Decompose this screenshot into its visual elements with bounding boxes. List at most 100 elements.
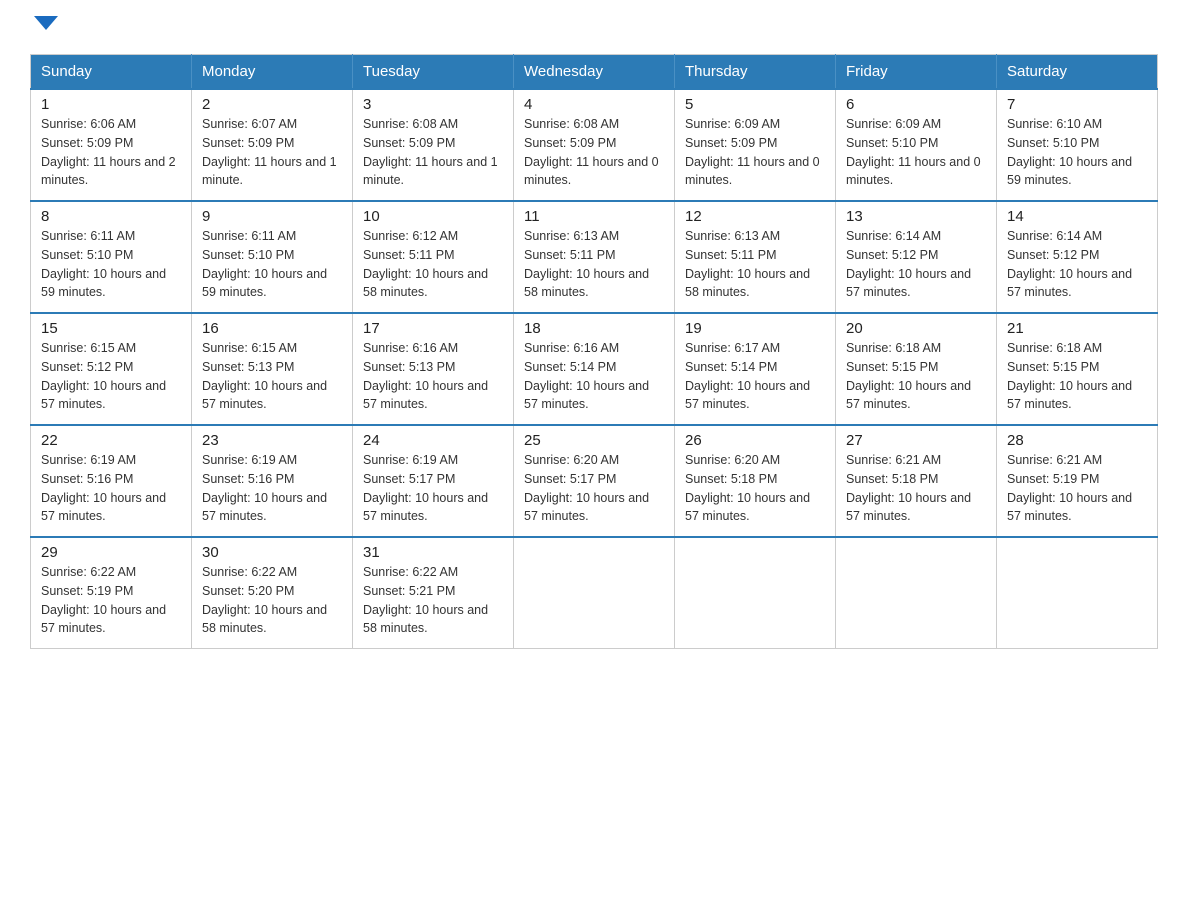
calendar-day-cell: 25 Sunrise: 6:20 AM Sunset: 5:17 PM Dayl… [514,425,675,537]
day-number: 6 [846,96,986,113]
calendar-day-cell [675,537,836,649]
calendar-day-cell: 6 Sunrise: 6:09 AM Sunset: 5:10 PM Dayli… [836,89,997,201]
calendar-day-cell [997,537,1158,649]
day-number: 8 [41,208,181,225]
calendar-day-cell: 29 Sunrise: 6:22 AM Sunset: 5:19 PM Dayl… [31,537,192,649]
day-info: Sunrise: 6:09 AM Sunset: 5:10 PM Dayligh… [846,115,986,190]
day-info: Sunrise: 6:16 AM Sunset: 5:13 PM Dayligh… [363,339,503,414]
calendar-day-cell [836,537,997,649]
day-number: 26 [685,432,825,449]
day-number: 17 [363,320,503,337]
calendar-day-cell: 4 Sunrise: 6:08 AM Sunset: 5:09 PM Dayli… [514,89,675,201]
calendar-day-cell: 14 Sunrise: 6:14 AM Sunset: 5:12 PM Dayl… [997,201,1158,313]
day-info: Sunrise: 6:07 AM Sunset: 5:09 PM Dayligh… [202,115,342,190]
day-info: Sunrise: 6:14 AM Sunset: 5:12 PM Dayligh… [846,227,986,302]
day-info: Sunrise: 6:17 AM Sunset: 5:14 PM Dayligh… [685,339,825,414]
day-number: 18 [524,320,664,337]
calendar-day-cell: 7 Sunrise: 6:10 AM Sunset: 5:10 PM Dayli… [997,89,1158,201]
day-info: Sunrise: 6:22 AM Sunset: 5:19 PM Dayligh… [41,563,181,638]
day-info: Sunrise: 6:20 AM Sunset: 5:17 PM Dayligh… [524,451,664,526]
day-info: Sunrise: 6:20 AM Sunset: 5:18 PM Dayligh… [685,451,825,526]
day-info: Sunrise: 6:13 AM Sunset: 5:11 PM Dayligh… [685,227,825,302]
day-info: Sunrise: 6:21 AM Sunset: 5:19 PM Dayligh… [1007,451,1147,526]
calendar-day-cell: 23 Sunrise: 6:19 AM Sunset: 5:16 PM Dayl… [192,425,353,537]
day-of-week-header: Friday [836,55,997,90]
day-info: Sunrise: 6:13 AM Sunset: 5:11 PM Dayligh… [524,227,664,302]
day-number: 4 [524,96,664,113]
calendar-day-cell: 22 Sunrise: 6:19 AM Sunset: 5:16 PM Dayl… [31,425,192,537]
day-number: 13 [846,208,986,225]
calendar-day-cell: 8 Sunrise: 6:11 AM Sunset: 5:10 PM Dayli… [31,201,192,313]
day-number: 23 [202,432,342,449]
calendar-week-row: 29 Sunrise: 6:22 AM Sunset: 5:19 PM Dayl… [31,537,1158,649]
day-number: 15 [41,320,181,337]
calendar-week-row: 8 Sunrise: 6:11 AM Sunset: 5:10 PM Dayli… [31,201,1158,313]
calendar-day-cell: 21 Sunrise: 6:18 AM Sunset: 5:15 PM Dayl… [997,313,1158,425]
day-info: Sunrise: 6:18 AM Sunset: 5:15 PM Dayligh… [846,339,986,414]
day-number: 2 [202,96,342,113]
day-info: Sunrise: 6:11 AM Sunset: 5:10 PM Dayligh… [41,227,181,302]
calendar-day-cell: 18 Sunrise: 6:16 AM Sunset: 5:14 PM Dayl… [514,313,675,425]
calendar-day-cell: 15 Sunrise: 6:15 AM Sunset: 5:12 PM Dayl… [31,313,192,425]
calendar-day-cell [514,537,675,649]
day-number: 31 [363,544,503,561]
calendar-table: SundayMondayTuesdayWednesdayThursdayFrid… [30,54,1158,649]
day-number: 7 [1007,96,1147,113]
day-number: 27 [846,432,986,449]
calendar-day-cell: 3 Sunrise: 6:08 AM Sunset: 5:09 PM Dayli… [353,89,514,201]
day-info: Sunrise: 6:08 AM Sunset: 5:09 PM Dayligh… [524,115,664,190]
calendar-day-cell: 27 Sunrise: 6:21 AM Sunset: 5:18 PM Dayl… [836,425,997,537]
calendar-day-cell: 1 Sunrise: 6:06 AM Sunset: 5:09 PM Dayli… [31,89,192,201]
calendar-day-cell: 20 Sunrise: 6:18 AM Sunset: 5:15 PM Dayl… [836,313,997,425]
day-info: Sunrise: 6:19 AM Sunset: 5:17 PM Dayligh… [363,451,503,526]
day-info: Sunrise: 6:10 AM Sunset: 5:10 PM Dayligh… [1007,115,1147,190]
day-number: 24 [363,432,503,449]
logo-arrow-icon [34,16,58,30]
calendar-day-cell: 2 Sunrise: 6:07 AM Sunset: 5:09 PM Dayli… [192,89,353,201]
day-number: 25 [524,432,664,449]
day-of-week-header: Monday [192,55,353,90]
day-info: Sunrise: 6:18 AM Sunset: 5:15 PM Dayligh… [1007,339,1147,414]
calendar-day-cell: 13 Sunrise: 6:14 AM Sunset: 5:12 PM Dayl… [836,201,997,313]
logo [30,20,58,34]
day-number: 10 [363,208,503,225]
day-of-week-header: Saturday [997,55,1158,90]
day-of-week-header: Tuesday [353,55,514,90]
day-info: Sunrise: 6:15 AM Sunset: 5:12 PM Dayligh… [41,339,181,414]
calendar-day-cell: 10 Sunrise: 6:12 AM Sunset: 5:11 PM Dayl… [353,201,514,313]
day-info: Sunrise: 6:06 AM Sunset: 5:09 PM Dayligh… [41,115,181,190]
calendar-day-cell: 17 Sunrise: 6:16 AM Sunset: 5:13 PM Dayl… [353,313,514,425]
day-number: 20 [846,320,986,337]
day-info: Sunrise: 6:12 AM Sunset: 5:11 PM Dayligh… [363,227,503,302]
day-info: Sunrise: 6:14 AM Sunset: 5:12 PM Dayligh… [1007,227,1147,302]
calendar-day-cell: 11 Sunrise: 6:13 AM Sunset: 5:11 PM Dayl… [514,201,675,313]
calendar-week-row: 22 Sunrise: 6:19 AM Sunset: 5:16 PM Dayl… [31,425,1158,537]
calendar-day-cell: 24 Sunrise: 6:19 AM Sunset: 5:17 PM Dayl… [353,425,514,537]
day-number: 3 [363,96,503,113]
day-number: 14 [1007,208,1147,225]
day-info: Sunrise: 6:21 AM Sunset: 5:18 PM Dayligh… [846,451,986,526]
day-number: 28 [1007,432,1147,449]
day-info: Sunrise: 6:08 AM Sunset: 5:09 PM Dayligh… [363,115,503,190]
day-info: Sunrise: 6:09 AM Sunset: 5:09 PM Dayligh… [685,115,825,190]
day-number: 22 [41,432,181,449]
calendar-day-cell: 16 Sunrise: 6:15 AM Sunset: 5:13 PM Dayl… [192,313,353,425]
page-header [30,20,1158,34]
day-of-week-header: Wednesday [514,55,675,90]
calendar-week-row: 1 Sunrise: 6:06 AM Sunset: 5:09 PM Dayli… [31,89,1158,201]
day-number: 9 [202,208,342,225]
day-number: 30 [202,544,342,561]
day-number: 29 [41,544,181,561]
calendar-header-row: SundayMondayTuesdayWednesdayThursdayFrid… [31,55,1158,90]
calendar-day-cell: 31 Sunrise: 6:22 AM Sunset: 5:21 PM Dayl… [353,537,514,649]
calendar-day-cell: 30 Sunrise: 6:22 AM Sunset: 5:20 PM Dayl… [192,537,353,649]
day-info: Sunrise: 6:22 AM Sunset: 5:21 PM Dayligh… [363,563,503,638]
day-number: 16 [202,320,342,337]
day-info: Sunrise: 6:19 AM Sunset: 5:16 PM Dayligh… [202,451,342,526]
calendar-day-cell: 12 Sunrise: 6:13 AM Sunset: 5:11 PM Dayl… [675,201,836,313]
day-info: Sunrise: 6:15 AM Sunset: 5:13 PM Dayligh… [202,339,342,414]
day-number: 1 [41,96,181,113]
calendar-day-cell: 28 Sunrise: 6:21 AM Sunset: 5:19 PM Dayl… [997,425,1158,537]
day-number: 5 [685,96,825,113]
calendar-day-cell: 5 Sunrise: 6:09 AM Sunset: 5:09 PM Dayli… [675,89,836,201]
